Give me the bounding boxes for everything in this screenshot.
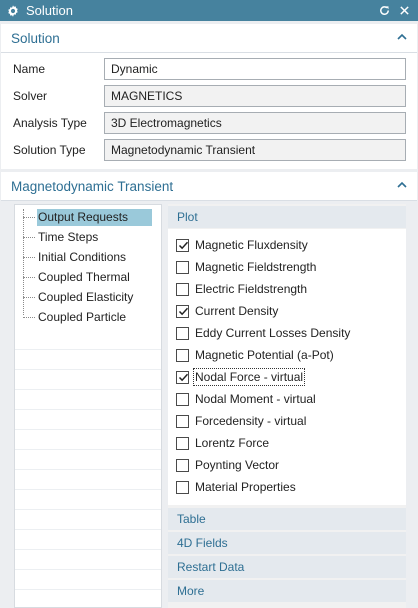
tree-item-label: Time Steps — [38, 230, 99, 244]
tree-connector — [23, 277, 35, 278]
option-nodal-force-virtual[interactable]: Nodal Force - virtual — [176, 368, 306, 386]
tree-connector — [23, 237, 35, 238]
tree-connector — [23, 217, 35, 218]
tree-item-initial-conditions[interactable]: Initial Conditions — [15, 247, 161, 267]
option-eddy-current-losses-density[interactable]: Eddy Current Losses Density — [176, 324, 350, 342]
tree-item-coupled-particle[interactable]: Coupled Particle — [15, 307, 161, 327]
option-current-density[interactable]: Current Density — [176, 302, 278, 320]
tree-empty-row — [15, 490, 161, 510]
window-title: Solution — [26, 3, 73, 18]
tree-empty-row — [15, 530, 161, 550]
chevron-up-icon[interactable] — [397, 180, 407, 190]
tree-connector — [23, 257, 35, 258]
reset-icon[interactable] — [376, 2, 392, 18]
option-label: Nodal Moment - virtual — [195, 392, 316, 406]
transient-section-header[interactable]: Magnetodynamic Transient — [1, 172, 417, 200]
tree-connector — [23, 317, 35, 318]
checkbox[interactable] — [176, 436, 189, 450]
title-bar: Solution — [0, 0, 418, 21]
name-field[interactable]: Dynamic — [104, 58, 406, 80]
checkbox-checked[interactable] — [176, 238, 189, 252]
option-magnetic-fieldstrength[interactable]: Magnetic Fieldstrength — [176, 258, 316, 276]
solution-type-field: Magnetodynamic Transient — [104, 139, 406, 161]
tree-empty-row — [15, 430, 161, 450]
solver-field: MAGNETICS — [104, 85, 406, 107]
chevron-up-icon[interactable] — [397, 32, 407, 42]
option-label: Lorentz Force — [195, 436, 270, 450]
tree-empty-row — [15, 590, 161, 607]
option-magnetic-fluxdensity[interactable]: Magnetic Fluxdensity — [176, 236, 308, 254]
checkbox[interactable] — [176, 260, 189, 274]
checkbox[interactable] — [176, 480, 189, 494]
checkbox[interactable] — [176, 414, 189, 428]
option-label: Poynting Vector — [195, 458, 280, 472]
option-label: Material Properties — [195, 480, 296, 494]
option-label: Eddy Current Losses Density — [195, 326, 351, 340]
transient-section-title: Magnetodynamic Transient — [11, 178, 174, 194]
option-magnetic-potential[interactable]: Magnetic Potential (a-Pot) — [176, 346, 334, 364]
tree-item-coupled-thermal[interactable]: Coupled Thermal — [15, 267, 161, 287]
option-material-properties[interactable]: Material Properties — [176, 478, 296, 496]
checkbox[interactable] — [176, 282, 189, 296]
checkbox-checked[interactable] — [176, 304, 189, 318]
tree-item-label: Coupled Thermal — [38, 270, 130, 284]
tree-empty-row — [15, 570, 161, 590]
name-label: Name — [13, 62, 46, 76]
option-electric-fieldstrength[interactable]: Electric Fieldstrength — [176, 280, 307, 298]
restart-data-group-header[interactable]: Restart Data — [168, 556, 406, 578]
tree-item-output-requests[interactable]: Output Requests — [15, 207, 161, 227]
option-poynting-vector[interactable]: Poynting Vector — [176, 456, 279, 474]
more-group-header[interactable]: More — [168, 580, 406, 602]
option-lorentz-force[interactable]: Lorentz Force — [176, 434, 269, 452]
tree-connector — [23, 297, 35, 298]
tree-empty-row — [15, 410, 161, 430]
option-forcedensity-virtual[interactable]: Forcedensity - virtual — [176, 412, 306, 430]
tree-empty-row — [15, 390, 161, 410]
option-label: Current Density — [195, 304, 279, 318]
output-tree: Output Requests Time Steps Initial Condi… — [14, 204, 162, 608]
tree-item-time-steps[interactable]: Time Steps — [15, 227, 161, 247]
tree-empty-row — [15, 350, 161, 370]
option-nodal-moment-virtual[interactable]: Nodal Moment - virtual — [176, 390, 316, 408]
solution-section-header[interactable]: Solution — [1, 24, 417, 52]
solution-type-label: Solution Type — [13, 143, 86, 157]
tree-item-label: Coupled Particle — [38, 310, 127, 324]
checkbox[interactable] — [176, 348, 189, 362]
tree-empty-row — [15, 330, 161, 350]
analysis-type-field: 3D Electromagnetics — [104, 112, 406, 134]
tree-empty-row — [15, 470, 161, 490]
checkbox[interactable] — [176, 326, 189, 340]
solution-section-title: Solution — [11, 30, 60, 46]
tree-item-coupled-elasticity[interactable]: Coupled Elasticity — [15, 287, 161, 307]
4d-fields-group-header[interactable]: 4D Fields — [168, 532, 406, 554]
tree-empty-row — [15, 450, 161, 470]
checkbox-checked[interactable] — [176, 370, 189, 384]
option-label: Magnetic Potential (a-Pot) — [195, 348, 334, 362]
gear-icon — [8, 4, 18, 17]
option-label: Magnetic Fluxdensity — [195, 238, 308, 252]
checkbox[interactable] — [176, 392, 189, 406]
output-options-panel: Plot Magnetic Fluxdensity Magnetic Field… — [168, 204, 406, 608]
table-group-header[interactable]: Table — [168, 508, 406, 530]
tree-item-label: Output Requests — [37, 209, 153, 226]
solver-label: Solver — [13, 89, 48, 103]
divider — [1, 200, 417, 201]
close-icon[interactable] — [396, 2, 412, 18]
option-label: Electric Fieldstrength — [195, 282, 308, 296]
option-label: Forcedensity - virtual — [195, 414, 307, 428]
tree-empty-row — [15, 370, 161, 390]
plot-options: Magnetic Fluxdensity Magnetic Fieldstren… — [168, 229, 406, 505]
option-label: Nodal Force - virtual — [192, 368, 306, 386]
plot-group-header[interactable]: Plot — [168, 206, 406, 228]
tree-item-label: Coupled Elasticity — [38, 290, 134, 304]
tree-empty-row — [15, 510, 161, 530]
option-label: Magnetic Fieldstrength — [195, 260, 317, 274]
tree-empty-row — [15, 550, 161, 570]
tree-item-label: Initial Conditions — [38, 250, 127, 264]
analysis-type-label: Analysis Type — [13, 116, 87, 130]
checkbox[interactable] — [176, 458, 189, 472]
